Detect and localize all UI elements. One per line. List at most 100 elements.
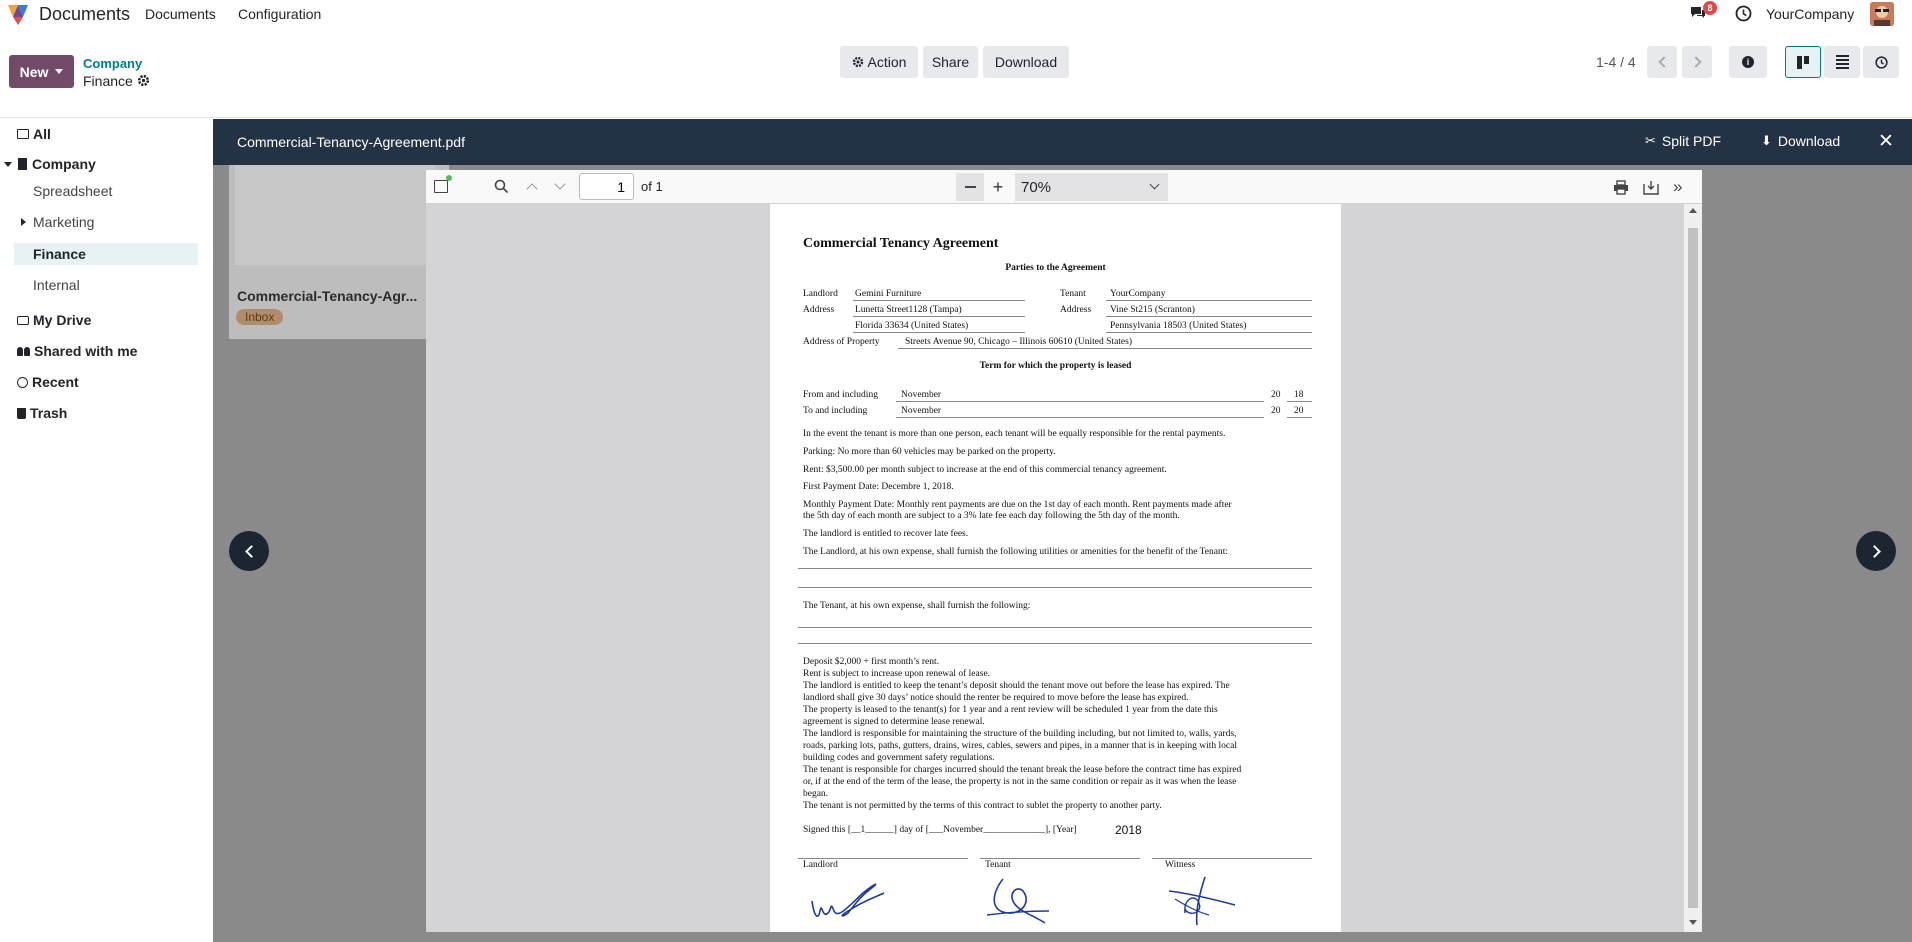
- split-pdf-label: Split PDF: [1661, 133, 1722, 149]
- clause-first-payment: First Payment Date: Decembre 1, 2018.: [803, 482, 954, 492]
- to-year: 20: [1294, 406, 1304, 416]
- previous-document-button[interactable]: [229, 531, 269, 571]
- print-icon[interactable]: [1613, 180, 1629, 198]
- scroll-down-arrow[interactable]: [1689, 920, 1697, 925]
- document-card-title: Commercial-Tenancy-Agr...: [237, 288, 418, 304]
- pdf-toolbar: of 1 + 70% »: [426, 170, 1702, 204]
- pager-next-button[interactable]: [1682, 46, 1712, 78]
- landlord-address-label: Address: [803, 305, 835, 315]
- previous-page-icon[interactable]: [526, 183, 538, 195]
- sidebar-item-spreadsheet[interactable]: Spreadsheet: [33, 183, 112, 199]
- term-deposit: Deposit $2,000 + first month’s rent.: [803, 657, 939, 667]
- tenant-label: Tenant: [1060, 289, 1086, 299]
- activity-view-button[interactable]: [1863, 46, 1899, 78]
- breadcrumb-company[interactable]: Company: [83, 56, 142, 71]
- from-label: From and including: [803, 390, 878, 400]
- sidebar-item-trash[interactable]: Trash: [17, 405, 67, 421]
- sidebar-item-internal[interactable]: Internal: [33, 277, 80, 293]
- landlord-address-line2: Florida 33634 (United States): [855, 321, 969, 331]
- users-icon: [17, 346, 30, 356]
- user-avatar[interactable]: [1870, 2, 1894, 26]
- activity-clock-icon[interactable]: [1735, 5, 1752, 25]
- list-view-button[interactable]: [1824, 46, 1860, 78]
- term-lease-period-2: agreement is signed to determine lease r…: [803, 717, 985, 727]
- sidebar-item-marketing[interactable]: Marketing: [21, 214, 94, 230]
- tenant-address-line1: Vine St215 (Scranton): [1110, 305, 1195, 315]
- landlord-label: Landlord: [803, 289, 838, 299]
- doc-title: Commercial Tenancy Agreement: [803, 236, 999, 251]
- split-pdf-button[interactable]: ✂ Split PDF: [1645, 133, 1721, 149]
- signature-tenant-label: Tenant: [985, 860, 1011, 870]
- documents-app-logo[interactable]: [6, 3, 30, 25]
- clause-monthly-payment-2: the 5th day of each month are subject to…: [803, 511, 1180, 521]
- company-switcher[interactable]: YourCompany: [1766, 6, 1854, 22]
- sidebar-toggle-icon[interactable]: [434, 180, 448, 193]
- page-number-input[interactable]: [579, 173, 634, 200]
- property-value: Streets Avenue 90, Chicago – Illinois 60…: [905, 337, 1132, 347]
- next-page-icon[interactable]: [554, 178, 566, 190]
- app-name[interactable]: Documents: [39, 4, 130, 25]
- share-label: Share: [931, 54, 970, 70]
- term-maintenance-2: roads, parking lots, paths, gutters, dra…: [803, 741, 1237, 751]
- sidebar-item-label: Marketing: [33, 214, 95, 230]
- caret-down-icon: [55, 69, 64, 74]
- inbox-tag: Inbox: [236, 309, 284, 325]
- new-button[interactable]: New: [9, 55, 74, 88]
- sidebar-item-finance[interactable]: Finance: [33, 246, 86, 262]
- save-icon[interactable]: [1643, 180, 1659, 198]
- term-deposit-keep-1: The landlord is entitled to keep the ten…: [803, 681, 1230, 691]
- building-icon: [18, 158, 27, 170]
- control-panel: New Company Finance Action Share Downloa…: [0, 28, 1912, 118]
- kanban-view-button[interactable]: [1785, 46, 1821, 78]
- viewer-download-button[interactable]: ⬇ Download: [1761, 133, 1840, 149]
- property-label: Address of Property: [803, 337, 880, 347]
- sidebar-item-recent[interactable]: Recent: [17, 374, 79, 390]
- menu-configuration[interactable]: Configuration: [238, 6, 321, 22]
- clock-icon: [1874, 55, 1888, 69]
- scroll-thumb[interactable]: [1688, 228, 1698, 908]
- close-icon[interactable]: ✕: [1878, 130, 1894, 153]
- zoom-out-button[interactable]: [956, 173, 984, 201]
- sidebar-item-shared[interactable]: Shared with me: [17, 343, 137, 359]
- find-icon[interactable]: [494, 179, 509, 197]
- clock-icon: [17, 376, 28, 388]
- info-icon: i: [1742, 56, 1754, 68]
- download-label: Download: [994, 54, 1058, 70]
- next-document-button[interactable]: [1856, 531, 1896, 571]
- tenant-signature-image: [986, 878, 1050, 924]
- term-lease-period-1: The property is leased to the tenant(s) …: [803, 705, 1218, 715]
- term-maintenance-1: The landlord is responsible for maintain…: [803, 729, 1237, 739]
- sidebar-item-company[interactable]: Company: [4, 156, 96, 172]
- new-button-label: New: [19, 63, 49, 80]
- pager-previous-button[interactable]: [1647, 46, 1677, 78]
- info-button[interactable]: i: [1729, 46, 1767, 78]
- sidebar-item-label: Recent: [32, 374, 79, 390]
- tools-menu-icon[interactable]: »: [1673, 177, 1682, 197]
- clause-late-fees: The landlord is entitled to recover late…: [803, 529, 969, 539]
- parties-heading: Parties to the Agreement: [1005, 263, 1106, 273]
- pager-value[interactable]: 1-4 / 4: [1596, 54, 1636, 70]
- clause-tenant-furnish: The Tenant, at his own expense, shall fu…: [803, 601, 1031, 611]
- document-thumbnail: [235, 165, 435, 265]
- scroll-up-arrow[interactable]: [1689, 208, 1697, 213]
- page-count: of 1: [641, 179, 663, 194]
- sidebar-item-all[interactable]: All: [17, 126, 51, 142]
- action-button[interactable]: Action: [840, 46, 918, 78]
- download-button[interactable]: Download: [983, 46, 1069, 78]
- gear-icon[interactable]: [137, 74, 150, 90]
- landlord-address-line1: Lunetta Street1128 (Tampa): [855, 305, 962, 315]
- zoom-in-button[interactable]: +: [984, 173, 1012, 201]
- term-heading: Term for which the property is leased: [979, 361, 1132, 371]
- to-century: 20: [1271, 406, 1281, 416]
- term-break-lease-2: or, if at the end of the term of the lea…: [803, 777, 1237, 787]
- chevron-down-icon: [1149, 179, 1160, 190]
- pdf-scrollbar[interactable]: [1684, 204, 1702, 932]
- share-button[interactable]: Share: [923, 46, 978, 78]
- zoom-select[interactable]: 70%: [1015, 173, 1168, 201]
- signed-line: Signed this [__1______] day of [___Novem…: [803, 825, 1077, 835]
- witness-signature-image: [1168, 876, 1236, 926]
- menu-documents[interactable]: Documents: [145, 6, 216, 22]
- sidebar-item-my-drive[interactable]: My Drive: [17, 312, 91, 328]
- list-icon: [1835, 55, 1849, 69]
- to-value: November: [901, 406, 942, 416]
